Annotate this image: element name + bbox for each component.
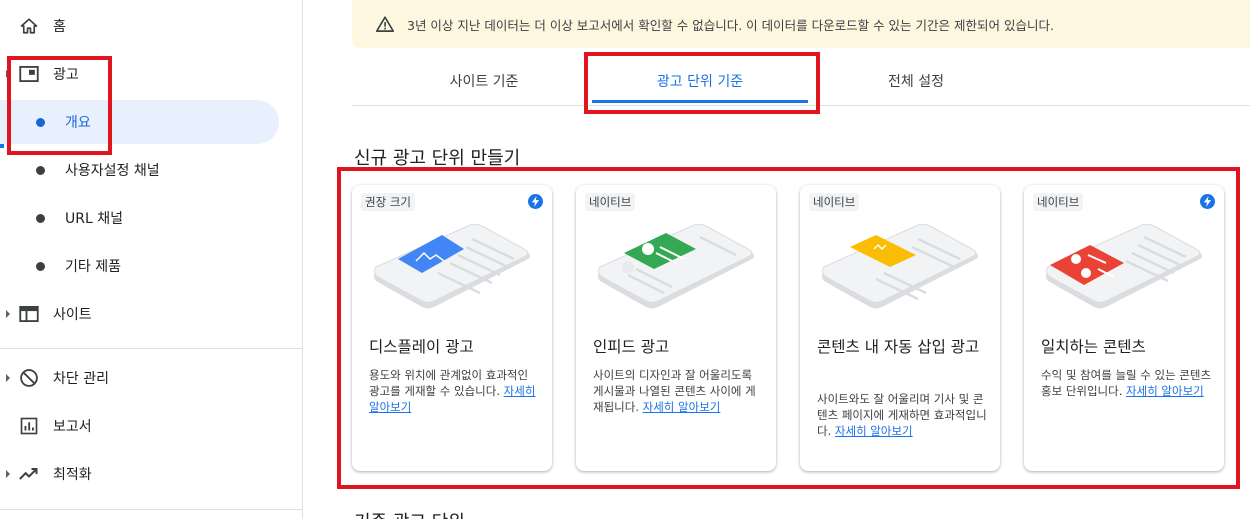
trending-up-icon [19,464,39,484]
bullet-icon [36,213,45,223]
nav-sites[interactable]: 사이트 [0,292,303,336]
sidebar-item-label: 기타 제품 [65,259,121,275]
divider [0,509,303,510]
tab-by-site[interactable]: 사이트 기준 [352,56,616,106]
highlight-ad-unit-cards [337,167,1240,489]
tab-global-settings[interactable]: 전체 설정 [808,56,1024,106]
expand-caret-icon [6,470,10,478]
nav-optimization-label: 최적화 [53,467,92,483]
data-retention-notice: 3년 이상 지난 데이터는 더 이상 보고서에서 확인할 수 없습니다. 이 데… [352,0,1250,48]
nav-sites-label: 사이트 [53,307,92,323]
nav-blocking-label: 차단 관리 [53,371,109,387]
nav-home[interactable]: 홈 [0,4,303,48]
block-icon [19,368,39,388]
warning-icon [375,16,395,36]
sidebar-item-url-channels[interactable]: URL 채널 [0,196,279,240]
expand-caret-icon [6,374,10,382]
sidebar-item-label: 사용자설정 채널 [65,163,160,179]
bullet-icon [36,165,45,175]
existing-ad-units-title: 기존 광고 단위 [354,508,465,519]
highlight-ads-overview [7,56,112,155]
notice-text: 3년 이상 지난 데이터는 더 이상 보고서에서 확인할 수 없습니다. 이 데… [407,17,1054,33]
nav-blocking[interactable]: 차단 관리 [0,356,303,400]
nav-reports-label: 보고서 [53,419,92,435]
sidebar-item-other-products[interactable]: 기타 제품 [0,244,279,288]
divider [0,348,303,349]
expand-caret-icon [6,310,10,318]
nav-optimization[interactable]: 최적화 [0,452,303,496]
nav-reports[interactable]: 보고서 [0,404,303,448]
home-icon [19,16,39,36]
sidebar-item-label: URL 채널 [65,211,123,227]
sites-icon [19,304,39,324]
reports-icon [19,416,39,436]
nav-home-label: 홈 [53,19,66,35]
bullet-icon [36,261,45,271]
highlight-ad-unit-tab [584,52,820,114]
